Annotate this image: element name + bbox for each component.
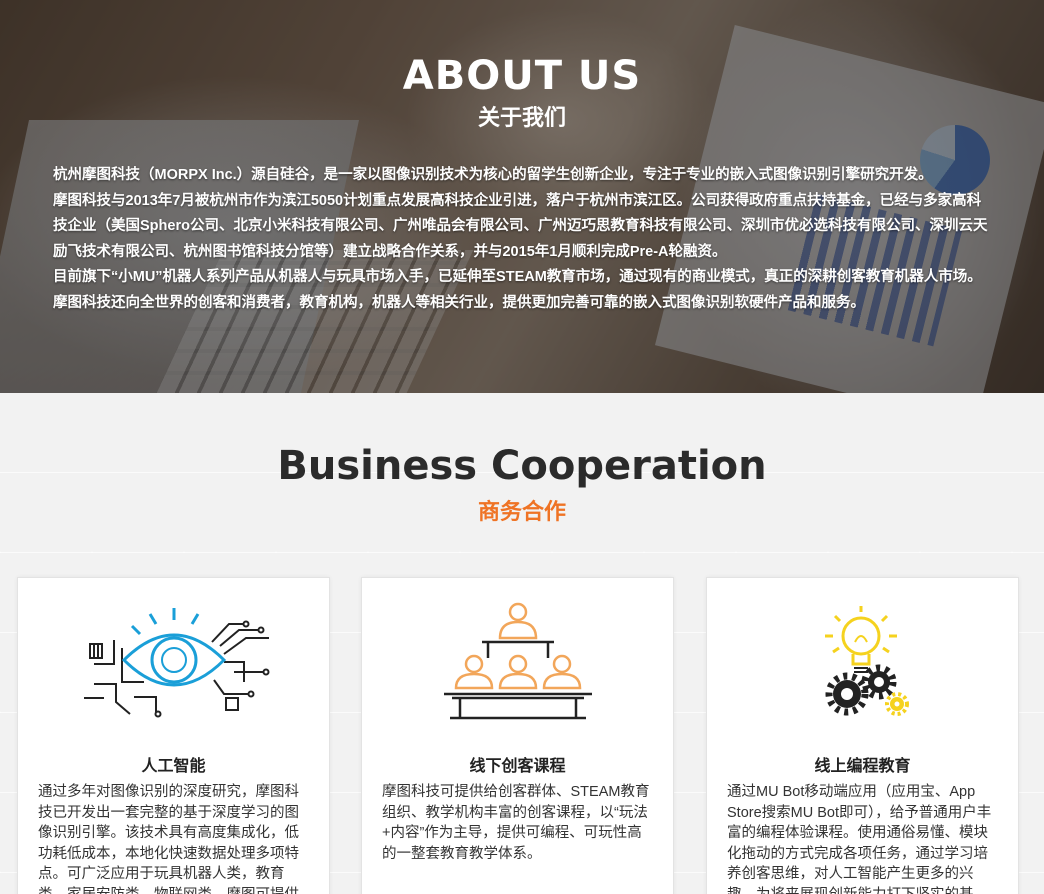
about-subtitle: 关于我们 <box>477 105 566 130</box>
card-description: 摩图科技可提供给创客群体、STEAM教育组织、教学机构丰富的创客课程，以“玩法+… <box>382 784 650 862</box>
card-title: 线下创客课程 <box>469 758 566 775</box>
card-ai[interactable]: 人工智能 通过多年对图像识别的深度研究，摩图科技已开发出一套完整的基于深度学习的… <box>17 577 330 894</box>
card-title: 人工智能 <box>141 758 206 775</box>
business-title: Business Cooperation <box>277 443 767 489</box>
classroom-people-icon <box>362 602 673 730</box>
card-title: 线上编程教育 <box>814 758 911 775</box>
card-offline-course[interactable]: 线下创客课程 摩图科技可提供给创客群体、STEAM教育组织、教学机构丰富的创客课… <box>361 577 674 894</box>
about-paragraph: 摩图科技与2013年7月被杭州市作为滨江5050计划重点发展高科技企业引进，落户… <box>53 192 988 260</box>
about-paragraph: 杭州摩图科技（MORPX Inc.）源自硅谷，是一家以图像识别技术为核心的留学生… <box>53 167 933 183</box>
card-description: 通过MU Bot移动端应用（应用宝、App Store搜索MU Bot即可），给… <box>727 784 992 894</box>
ai-eye-circuit-icon <box>18 602 329 730</box>
about-paragraph: 目前旗下“小MU”机器人系列产品从机器人与玩具市场入手，已延伸至STEAM教育市… <box>53 269 982 311</box>
business-section: Business Cooperation 商务合作 人工智能 通过多年对图像识别… <box>0 393 1044 894</box>
about-body: 杭州摩图科技（MORPX Inc.）源自硅谷，是一家以图像识别技术为核心的留学生… <box>53 163 993 316</box>
business-subtitle: 商务合作 <box>477 499 566 524</box>
card-online-programming[interactable]: 线上编程教育 通过MU Bot移动端应用（应用宝、App Store搜索MU B… <box>706 577 1019 894</box>
about-title: ABOUT US <box>402 53 642 99</box>
lightbulb-gears-icon <box>707 602 1018 730</box>
card-description: 通过多年对图像识别的深度研究，摩图科技已开发出一套完整的基于深度学习的图像识别引… <box>38 784 299 894</box>
about-section: ABOUT US 关于我们 杭州摩图科技（MORPX Inc.）源自硅谷，是一家… <box>0 0 1044 393</box>
